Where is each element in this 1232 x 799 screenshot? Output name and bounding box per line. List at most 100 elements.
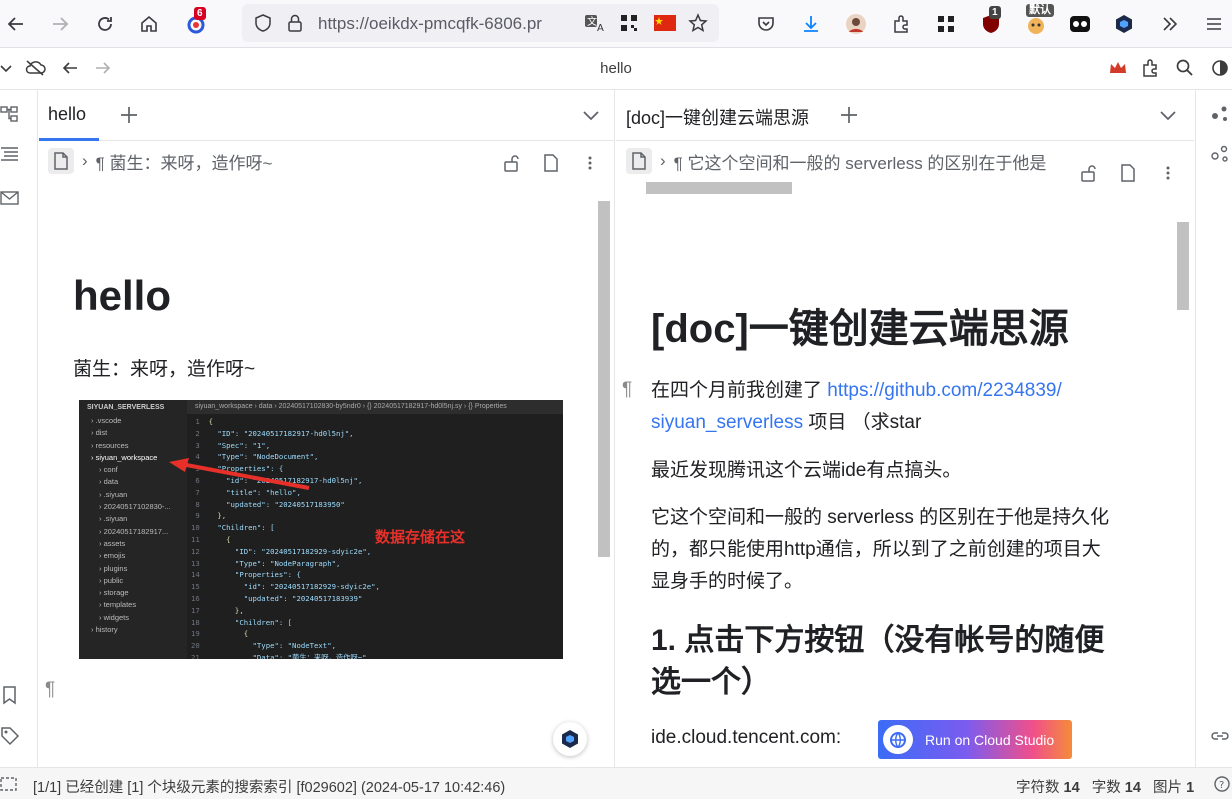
plugin-icon[interactable]: [1140, 58, 1160, 78]
h2-line1: 1. 点击下方按钮（没有帐号的随便: [651, 624, 1105, 657]
scrollbar-left[interactable]: [598, 201, 610, 557]
inbox-icon[interactable]: [0, 188, 20, 208]
paragraph-1[interactable]: 在四个月前我创建了 https://github.com/2234839/ si…: [651, 375, 1151, 439]
document-icon[interactable]: [540, 152, 562, 174]
unlock-icon[interactable]: [501, 152, 523, 174]
url-text[interactable]: https://oeikdx-pmcqfk-6806.pr: [318, 14, 576, 34]
url-bar[interactable]: https://oeikdx-pmcqfk-6806.pr 文A: [242, 4, 719, 42]
crown-icon[interactable]: [1108, 59, 1128, 77]
paragraph-3[interactable]: 它这个空间和一般的 serverless 的区别在于他是持久化 的，都只能使用h…: [651, 502, 1171, 598]
right-dock: [1195, 90, 1232, 767]
tree-item: › resources: [91, 440, 129, 450]
apps-grid-icon[interactable]: [930, 8, 962, 40]
line-number: 8: [191, 499, 209, 509]
word-count-label: 字数: [1091, 780, 1121, 796]
tab-hello[interactable]: hello: [48, 104, 86, 125]
search-icon[interactable]: [1175, 58, 1195, 78]
qr-code-icon[interactable]: [619, 13, 639, 33]
more-options-icon[interactable]: [1157, 162, 1179, 184]
code-line: 11 {: [191, 534, 380, 546]
tree-item: › plugins: [99, 563, 128, 573]
tab-list-chevron-icon[interactable]: [1157, 104, 1179, 126]
cube-extension-icon[interactable]: [1108, 8, 1140, 40]
breadcrumb-block[interactable]: ¶ 菌生：来呀，造作呀~: [96, 149, 273, 174]
empty-block-mark[interactable]: ¶: [45, 679, 55, 701]
ublock-badge: 1: [989, 6, 1001, 19]
paragraph-mark-icon[interactable]: ¶: [622, 379, 632, 401]
global-graph-icon[interactable]: [1210, 144, 1230, 164]
code-line: 19 {: [191, 628, 380, 640]
paragraph-2[interactable]: 最近发现腾讯这个云端ide有点搞头。: [651, 455, 961, 487]
tab-doc[interactable]: [doc]一键创建云端思源: [626, 104, 809, 130]
active-tab-indicator: [39, 138, 99, 141]
line-number: 20: [191, 641, 209, 651]
tree-item: › widgets: [99, 612, 130, 622]
translate-icon[interactable]: 文A: [584, 13, 606, 33]
tampermonkey-icon[interactable]: [1064, 8, 1096, 40]
explorer-sidebar: SIYUAN_SERVERLESS › .vscode › dist › resou…: [79, 400, 187, 659]
menu-icon[interactable]: [1198, 8, 1230, 40]
more-options-icon[interactable]: [579, 152, 601, 174]
github-link[interactable]: https://github.com/2234839/: [827, 380, 1062, 401]
dock-toggle-icon[interactable]: [0, 776, 18, 792]
code-line: 14 "Properties": {: [191, 569, 380, 581]
status-bar: [1/1] 已经创建 [1] 个块级元素的搜索索引 [f029602] (202…: [0, 767, 1232, 799]
pocket-icon[interactable]: [750, 8, 782, 40]
graph-icon[interactable]: [1210, 104, 1230, 124]
add-tab-icon[interactable]: [838, 104, 860, 126]
bookmark-icon[interactable]: [0, 685, 20, 705]
account-avatar-icon[interactable]: [840, 8, 872, 40]
floating-plugin-button[interactable]: [553, 722, 587, 756]
code-line: 9 },: [191, 510, 380, 522]
backlink-icon[interactable]: [1210, 726, 1230, 746]
back-icon[interactable]: [0, 8, 32, 40]
heading-2[interactable]: 1. 点击下方按钮（没有帐号的随便 选一个）: [651, 620, 1104, 704]
doc-title[interactable]: [doc]一键创建云端思源: [651, 296, 1069, 354]
word-counts: 字符数 14 字数 14 图片 1: [1016, 776, 1194, 797]
code-text: "updated": "20240517183939": [208, 593, 363, 603]
run-on-cloud-studio-button[interactable]: Run on Cloud Studio: [878, 720, 1072, 759]
para3-line3: 显身手的时候了。: [651, 571, 804, 592]
doc-icon[interactable]: [626, 148, 652, 174]
bookmark-star-icon[interactable]: [688, 13, 708, 33]
notification-badge: 6: [194, 7, 206, 20]
ide-label[interactable]: ide.cloud.tencent.com:: [651, 722, 841, 754]
code-text: "ID": "20240517182917-hd0l5nj",: [208, 428, 354, 438]
line-number: 12: [191, 546, 209, 556]
word-count: 14: [1124, 780, 1141, 796]
code-line: 18 "Children": [: [191, 617, 380, 629]
document-icon[interactable]: [1117, 162, 1139, 184]
tree-item: › storage: [99, 588, 129, 598]
tab-bar-left: hello: [39, 90, 614, 141]
tag-icon[interactable]: [0, 726, 20, 746]
para3-line2: 的，都只能使用http通信，所以到了之前创建的项目大: [651, 539, 1101, 560]
scrollbar-right[interactable]: [1177, 222, 1189, 310]
help-icon[interactable]: ?: [1214, 776, 1230, 792]
download-icon[interactable]: [795, 8, 827, 40]
theme-toggle-icon[interactable]: [1210, 58, 1230, 78]
breadcrumb-block[interactable]: ¶ 它这个空间和一般的 serverless 的区别在于他是: [674, 149, 1047, 174]
explorer-tree: › .vscode › dist › resources › siyuan_works…: [79, 415, 187, 636]
forward-icon[interactable]: [44, 8, 76, 40]
code-line: 13 "Type": "NodeParagraph",: [191, 558, 380, 570]
doc-title[interactable]: hello: [73, 272, 171, 320]
app-title-bar: hello: [0, 48, 1232, 90]
extensions-icon[interactable]: [885, 8, 917, 40]
add-tab-icon[interactable]: [118, 104, 140, 126]
file-tree-icon[interactable]: [0, 104, 20, 124]
home-icon[interactable]: [133, 8, 165, 40]
breadcrumb-scrollbar[interactable]: [646, 182, 792, 194]
outline-icon[interactable]: [0, 144, 20, 164]
reload-icon[interactable]: [89, 8, 121, 40]
unlock-icon[interactable]: [1078, 162, 1100, 184]
github-link-continued[interactable]: siyuan_serverless: [651, 412, 803, 433]
paragraph[interactable]: 菌生：来呀，造作呀~: [73, 354, 255, 386]
tab-list-chevron-icon[interactable]: [580, 104, 602, 126]
code-line: 20 "Type": "NodeText",: [191, 640, 380, 652]
svg-text:?: ?: [1219, 780, 1224, 791]
embedded-screenshot[interactable]: SIYUAN_SERVERLESS › .vscode › dist › resou…: [79, 400, 563, 659]
doc-icon[interactable]: [48, 148, 74, 174]
overflow-chevrons-icon[interactable]: [1154, 8, 1186, 40]
lock-icon[interactable]: [286, 13, 304, 33]
shield-icon[interactable]: [254, 14, 272, 32]
